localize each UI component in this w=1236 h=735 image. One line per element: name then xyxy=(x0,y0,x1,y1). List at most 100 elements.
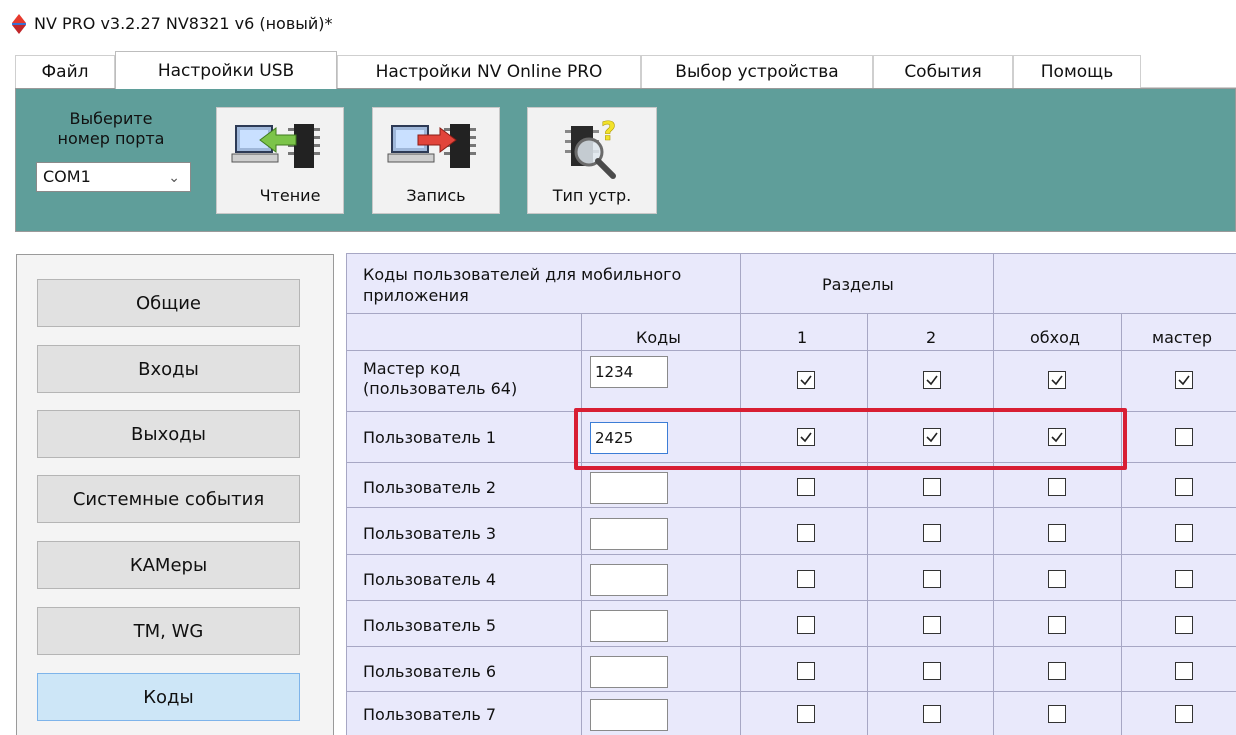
p2-checkbox[interactable] xyxy=(923,661,941,680)
table-gridline xyxy=(867,313,868,735)
title-bar: NV PRO v3.2.27 NV8321 v6 (новый)* xyxy=(0,0,1236,48)
user-code-input[interactable] xyxy=(590,655,668,688)
tab-file[interactable]: Файл xyxy=(15,55,115,88)
bypass-checkbox[interactable] xyxy=(1048,661,1066,680)
table-gridline xyxy=(581,313,582,735)
spacer xyxy=(0,232,1236,250)
p2-checkbox[interactable] xyxy=(923,570,941,588)
port-select[interactable]: COM1 ⌄ xyxy=(36,162,191,192)
table-gridline xyxy=(740,253,741,735)
table-gridline xyxy=(346,646,1236,647)
user-name-cell: Пользователь 1 xyxy=(363,428,497,447)
p2-checkbox[interactable] xyxy=(923,523,941,542)
tab-device-select[interactable]: Выбор устройства xyxy=(641,55,873,88)
master-checkbox[interactable] xyxy=(1175,477,1193,496)
user-name-cell: Пользователь 7 xyxy=(363,704,497,724)
codes-column-header: Коды xyxy=(636,328,681,347)
port-selector-group: Выберите номер порта COM1 ⌄ xyxy=(16,89,191,213)
nav-outputs[interactable]: Выходы xyxy=(37,410,300,458)
nav-cameras[interactable]: КАМеры xyxy=(37,541,300,589)
app-logo-icon xyxy=(12,14,26,34)
write-button-label: Запись xyxy=(406,186,466,205)
master-checkbox[interactable] xyxy=(1175,523,1193,542)
tab-nv-online-settings[interactable]: Настройки NV Online PRO xyxy=(337,55,641,88)
checkmark-icon xyxy=(1178,375,1190,386)
table-gridline xyxy=(346,691,1236,692)
highlight-box xyxy=(574,408,1127,470)
p1-checkbox[interactable] xyxy=(797,616,815,634)
p2-checkbox[interactable] xyxy=(923,704,941,723)
tab-strip: Файл Настройки USB Настройки NV Online P… xyxy=(15,51,1236,89)
table-gridline xyxy=(346,350,1236,351)
checkmark-icon xyxy=(1051,375,1063,386)
checkmark-icon xyxy=(926,375,938,386)
p2-checkbox[interactable] xyxy=(923,616,941,634)
user-name-cell: Пользователь 2 xyxy=(363,477,497,497)
master-checkbox[interactable] xyxy=(1175,570,1193,588)
pc-to-chip-write-icon xyxy=(387,124,476,168)
master-checkbox[interactable] xyxy=(1175,661,1193,680)
tab-usb-settings[interactable]: Настройки USB xyxy=(115,51,337,89)
table-gridline xyxy=(346,313,1236,314)
table-gridline xyxy=(346,554,1236,555)
user-code-input[interactable] xyxy=(590,698,668,731)
user-name-cell: Пользователь 3 xyxy=(363,523,497,543)
user-code-input[interactable] xyxy=(590,356,668,388)
master-checkbox[interactable] xyxy=(1175,616,1193,634)
user-code-input[interactable] xyxy=(590,471,668,504)
table-gridline xyxy=(346,253,1236,254)
user-name-cell: Мастер код (пользователь 64) xyxy=(363,359,518,398)
user-name-cell: Пользователь 5 xyxy=(363,616,497,635)
bypass-checkbox[interactable] xyxy=(1048,570,1066,588)
master-checkbox[interactable] xyxy=(1175,371,1193,389)
port-label: Выберите номер порта xyxy=(57,109,165,148)
write-button[interactable]: Запись xyxy=(372,107,500,214)
p2-checkbox[interactable] xyxy=(923,371,941,389)
p1-checkbox[interactable] xyxy=(797,371,815,389)
table-gridline xyxy=(346,507,1236,508)
device-type-button-label: Тип устр. xyxy=(552,186,632,205)
tab-events[interactable]: События xyxy=(873,55,1013,88)
user-code-input[interactable] xyxy=(590,564,668,596)
p1-checkbox[interactable] xyxy=(797,477,815,496)
nav-codes[interactable]: Коды xyxy=(37,673,300,721)
bypass-checkbox[interactable] xyxy=(1048,704,1066,723)
user-code-input[interactable] xyxy=(590,517,668,550)
nav-tm-wg[interactable]: TM, WG xyxy=(37,607,300,655)
checkmark-icon xyxy=(800,375,812,386)
nav-inputs[interactable]: Входы xyxy=(37,345,300,393)
user-code-input[interactable] xyxy=(590,610,668,642)
tab-help[interactable]: Помощь xyxy=(1013,55,1141,88)
section-2-header: 2 xyxy=(926,328,937,347)
port-select-value: COM1 xyxy=(43,167,91,186)
table-gridline xyxy=(346,600,1236,601)
bypass-checkbox[interactable] xyxy=(1048,477,1066,496)
user-name-cell: Пользователь 6 xyxy=(363,661,497,681)
toolbar-panel: Выберите номер порта COM1 ⌄ Чтение Запис… xyxy=(15,88,1236,232)
bypass-checkbox[interactable] xyxy=(1048,616,1066,634)
p2-checkbox[interactable] xyxy=(923,477,941,496)
bypass-checkbox[interactable] xyxy=(1048,523,1066,542)
settings-nav: Общие Входы Выходы Системные события КАМ… xyxy=(16,254,334,735)
p1-checkbox[interactable] xyxy=(797,523,815,542)
section-1-header: 1 xyxy=(797,328,808,347)
master-checkbox[interactable] xyxy=(1175,428,1193,446)
nav-general[interactable]: Общие xyxy=(37,279,300,327)
nav-system-events[interactable]: Системные события xyxy=(37,475,300,523)
device-type-button[interactable]: ? Тип устр. xyxy=(527,107,657,214)
chevron-down-icon: ⌄ xyxy=(168,170,180,186)
master-column-header: мастер xyxy=(1152,328,1212,347)
user-name-cell: Пользователь 4 xyxy=(363,570,497,589)
table-gridline xyxy=(1121,313,1122,735)
pc-to-chip-read-icon xyxy=(231,124,320,168)
bypass-column-header: обход xyxy=(1030,328,1080,347)
read-button[interactable]: Чтение xyxy=(216,107,344,214)
read-button-label: Чтение xyxy=(259,186,321,205)
master-checkbox[interactable] xyxy=(1175,704,1193,723)
p1-checkbox[interactable] xyxy=(797,704,815,723)
p1-checkbox[interactable] xyxy=(797,570,815,588)
p1-checkbox[interactable] xyxy=(797,661,815,680)
window-title: NV PRO v3.2.27 NV8321 v6 (новый)* xyxy=(34,14,333,33)
sections-header: Разделы xyxy=(822,275,894,294)
bypass-checkbox[interactable] xyxy=(1048,371,1066,389)
